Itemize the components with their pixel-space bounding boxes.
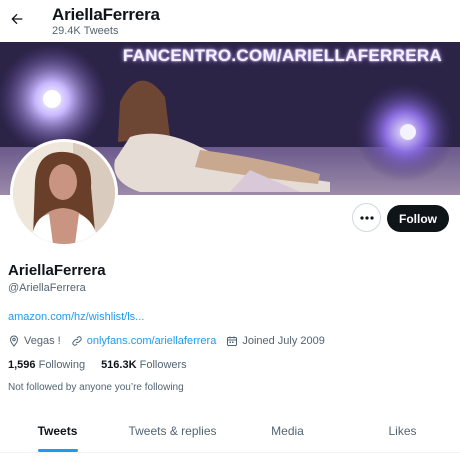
tabs-divider (0, 452, 460, 453)
bio-link[interactable]: amazon.com/hz/wishlist/ls... (8, 311, 144, 323)
header-title: AriellaFerrera (52, 5, 160, 24)
user-handle: @AriellaFerrera (8, 282, 86, 294)
arrow-left-icon (11, 13, 23, 25)
follow-button[interactable]: Follow (387, 205, 449, 232)
avatar-image (13, 142, 115, 244)
banner-text: FANCENTRO.COM/ARIELLAFERRERA (122, 46, 442, 65)
followers-stat[interactable]: 516.3K Followers (101, 359, 187, 371)
calendar-icon (227, 336, 238, 346)
location-pin-icon (9, 335, 19, 347)
tab-media[interactable]: Media (230, 410, 345, 452)
website-item[interactable]: onlyfans.com/ariellaferrera (71, 335, 217, 347)
profile-meta: Vegas ! onlyfans.com/ariellaferrera Join… (8, 333, 335, 349)
joined-item: Joined July 2009 (226, 335, 325, 347)
location-item: Vegas ! (8, 335, 61, 347)
tab-tweets-replies[interactable]: Tweets & replies (115, 410, 230, 452)
location-text: Vegas ! (24, 335, 61, 347)
joined-text: Joined July 2009 (242, 335, 325, 347)
top-bar: AriellaFerrera 29.4K Tweets (0, 0, 460, 42)
more-horizontal-icon (359, 215, 374, 220)
link-icon (72, 336, 82, 346)
back-button[interactable] (6, 8, 28, 30)
tab-likes[interactable]: Likes (345, 410, 460, 452)
tab-tweets[interactable]: Tweets (0, 410, 115, 452)
website-link[interactable]: onlyfans.com/ariellaferrera (87, 335, 217, 347)
profile-tabs: Tweets Tweets & replies Media Likes (0, 410, 460, 452)
tweet-count: 29.4K Tweets (52, 25, 119, 37)
tab-label: Tweets (37, 424, 78, 438)
following-count: 1,596 (8, 359, 36, 371)
followers-label: Followers (139, 359, 187, 371)
follow-stats: 1,596 Following 516.3K Followers (8, 359, 203, 371)
followers-count: 516.3K (101, 359, 137, 371)
tab-label: Tweets & replies (128, 424, 217, 438)
tab-label: Media (271, 424, 304, 438)
following-stat[interactable]: 1,596 Following (8, 359, 85, 371)
tab-label: Likes (388, 424, 417, 438)
following-label: Following (38, 359, 86, 371)
display-name: AriellaFerrera (8, 262, 106, 279)
more-button[interactable] (352, 203, 381, 232)
avatar[interactable] (10, 139, 118, 247)
not-followed-note: Not followed by anyone you’re following (8, 382, 184, 393)
